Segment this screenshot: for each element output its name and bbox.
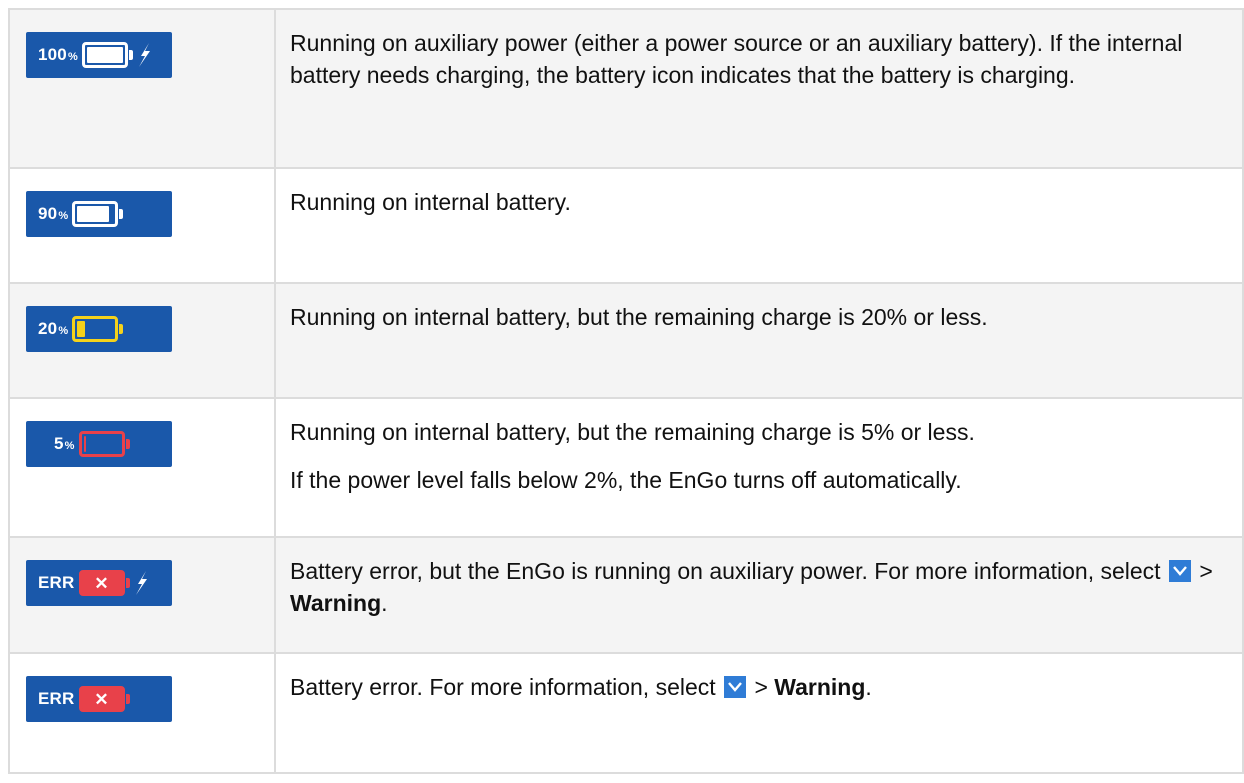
warning-label: Warning — [290, 590, 382, 616]
icon-cell: 20% — [8, 282, 276, 399]
icon-cell: ERR ✕ — [8, 652, 276, 774]
description-text: Battery error. For more information, sel… — [290, 674, 872, 700]
battery-status-table: 100% Running on auxiliary power (either … — [8, 8, 1244, 774]
description-cell: Running on auxiliary power (either a pow… — [274, 8, 1244, 169]
table-row: ERR ✕ Battery error, but the EnGo is run… — [8, 536, 1244, 654]
description-text: Running on internal battery, but the rem… — [290, 304, 988, 330]
table-row: 5% Running on internal battery, but the … — [8, 397, 1244, 538]
battery-percentage: 20% — [38, 319, 69, 338]
error-x-icon: ✕ — [94, 689, 109, 709]
icon-cell: 5% — [8, 397, 276, 538]
battery-icon — [72, 201, 124, 227]
battery-full-icon: 90% — [26, 191, 172, 237]
chevron-down-icon — [1168, 560, 1191, 582]
warning-label: Warning — [774, 674, 866, 700]
description-cell: Running on internal battery, but the rem… — [274, 397, 1244, 538]
battery-error-auxiliary-icon: ERR ✕ — [26, 560, 172, 606]
chevron-down-icon — [724, 676, 747, 698]
description-text: Running on internal battery, but the rem… — [290, 419, 975, 445]
table-row: 90% Running on internal battery. — [8, 167, 1244, 284]
battery-icon — [78, 431, 130, 457]
description-cell: Battery error. For more information, sel… — [274, 652, 1244, 774]
battery-percentage: 5% — [54, 434, 75, 453]
lightning-bolt-icon — [138, 43, 150, 67]
battery-status-label: ERR — [38, 573, 75, 592]
battery-icon — [81, 42, 133, 68]
description-cell: Battery error, but the EnGo is running o… — [274, 536, 1244, 654]
description-cell: Running on internal battery. — [274, 167, 1244, 284]
battery-low-icon: 20% — [26, 306, 172, 352]
description-text: Running on internal battery. — [290, 189, 571, 215]
icon-cell: 100% — [8, 8, 276, 169]
icon-cell: ERR ✕ — [8, 536, 276, 654]
battery-icon — [72, 316, 124, 342]
battery-charging-auxiliary-icon: 100% — [26, 32, 172, 78]
description-text: Battery error, but the EnGo is running o… — [290, 558, 1213, 616]
table-row: 100% Running on auxiliary power (either … — [8, 8, 1244, 169]
description-text-secondary: If the power level falls below 2%, the E… — [290, 467, 962, 493]
description-cell: Running on internal battery, but the rem… — [274, 282, 1244, 399]
battery-status-label: ERR — [38, 689, 75, 708]
table-row: 20% Running on internal battery, but the… — [8, 282, 1244, 399]
battery-percentage: 100% — [38, 45, 78, 64]
battery-icon: ✕ — [78, 570, 130, 596]
table-row: ERR ✕ Battery error. For more informatio… — [8, 652, 1244, 774]
lightning-bolt-icon — [135, 571, 147, 595]
description-text: Running on auxiliary power (either a pow… — [290, 30, 1183, 88]
icon-cell: 90% — [8, 167, 276, 284]
battery-icon: ✕ — [78, 686, 130, 712]
battery-percentage: 90% — [38, 204, 69, 223]
battery-critical-icon: 5% — [26, 421, 172, 467]
battery-error-icon: ERR ✕ — [26, 676, 172, 722]
error-x-icon: ✕ — [94, 573, 109, 593]
